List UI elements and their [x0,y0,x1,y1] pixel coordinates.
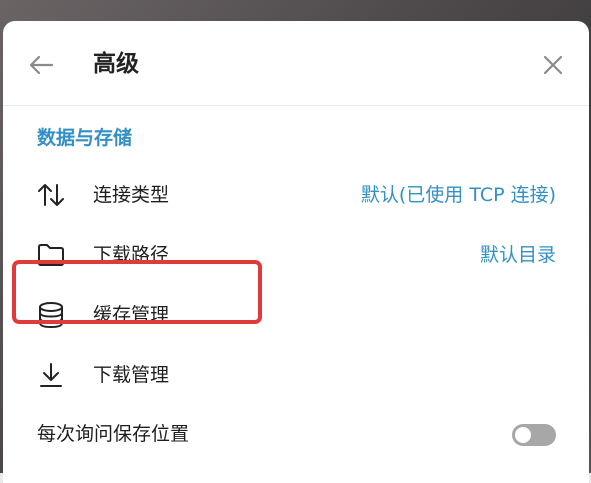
database-icon [36,301,66,329]
settings-row-label: 下载管理 [93,364,170,386]
swap-vertical-icon [36,181,66,209]
settings-row-download-management[interactable]: 下载管理 [3,347,589,403]
settings-row-label: 下载路径 [93,244,170,266]
section-title-data-storage: 数据与存储 [37,127,133,149]
settings-row-label: 缓存管理 [93,304,170,326]
back-button[interactable] [25,49,57,81]
download-icon [36,361,66,389]
settings-row-value: 默认目录 [479,244,556,266]
advanced-settings-dialog: 高级 数据与存储 连接类型 默认(已使用 TCP 连接) 下载路径 默认目录 缓… [3,21,589,483]
settings-row-cache-management[interactable]: 缓存管理 [3,287,589,343]
settings-row-value: 默认(已使用 TCP 连接) [360,184,556,206]
settings-row-label: 连接类型 [93,184,170,206]
dialog-title: 高级 [93,51,139,77]
settings-row-label: 每次询问保存位置 [37,423,190,445]
close-button[interactable] [537,49,569,81]
arrow-left-icon [28,54,54,76]
settings-row-connection-type[interactable]: 连接类型 默认(已使用 TCP 连接) [3,167,589,223]
close-icon [543,55,563,75]
folder-icon [36,241,66,269]
toggle-knob [515,427,531,443]
dialog-header: 高级 [3,21,589,106]
settings-row-ask-save-location[interactable]: 每次询问保存位置 [3,406,589,462]
ask-save-location-toggle[interactable] [512,424,556,446]
settings-row-download-path[interactable]: 下载路径 默认目录 [3,227,589,283]
